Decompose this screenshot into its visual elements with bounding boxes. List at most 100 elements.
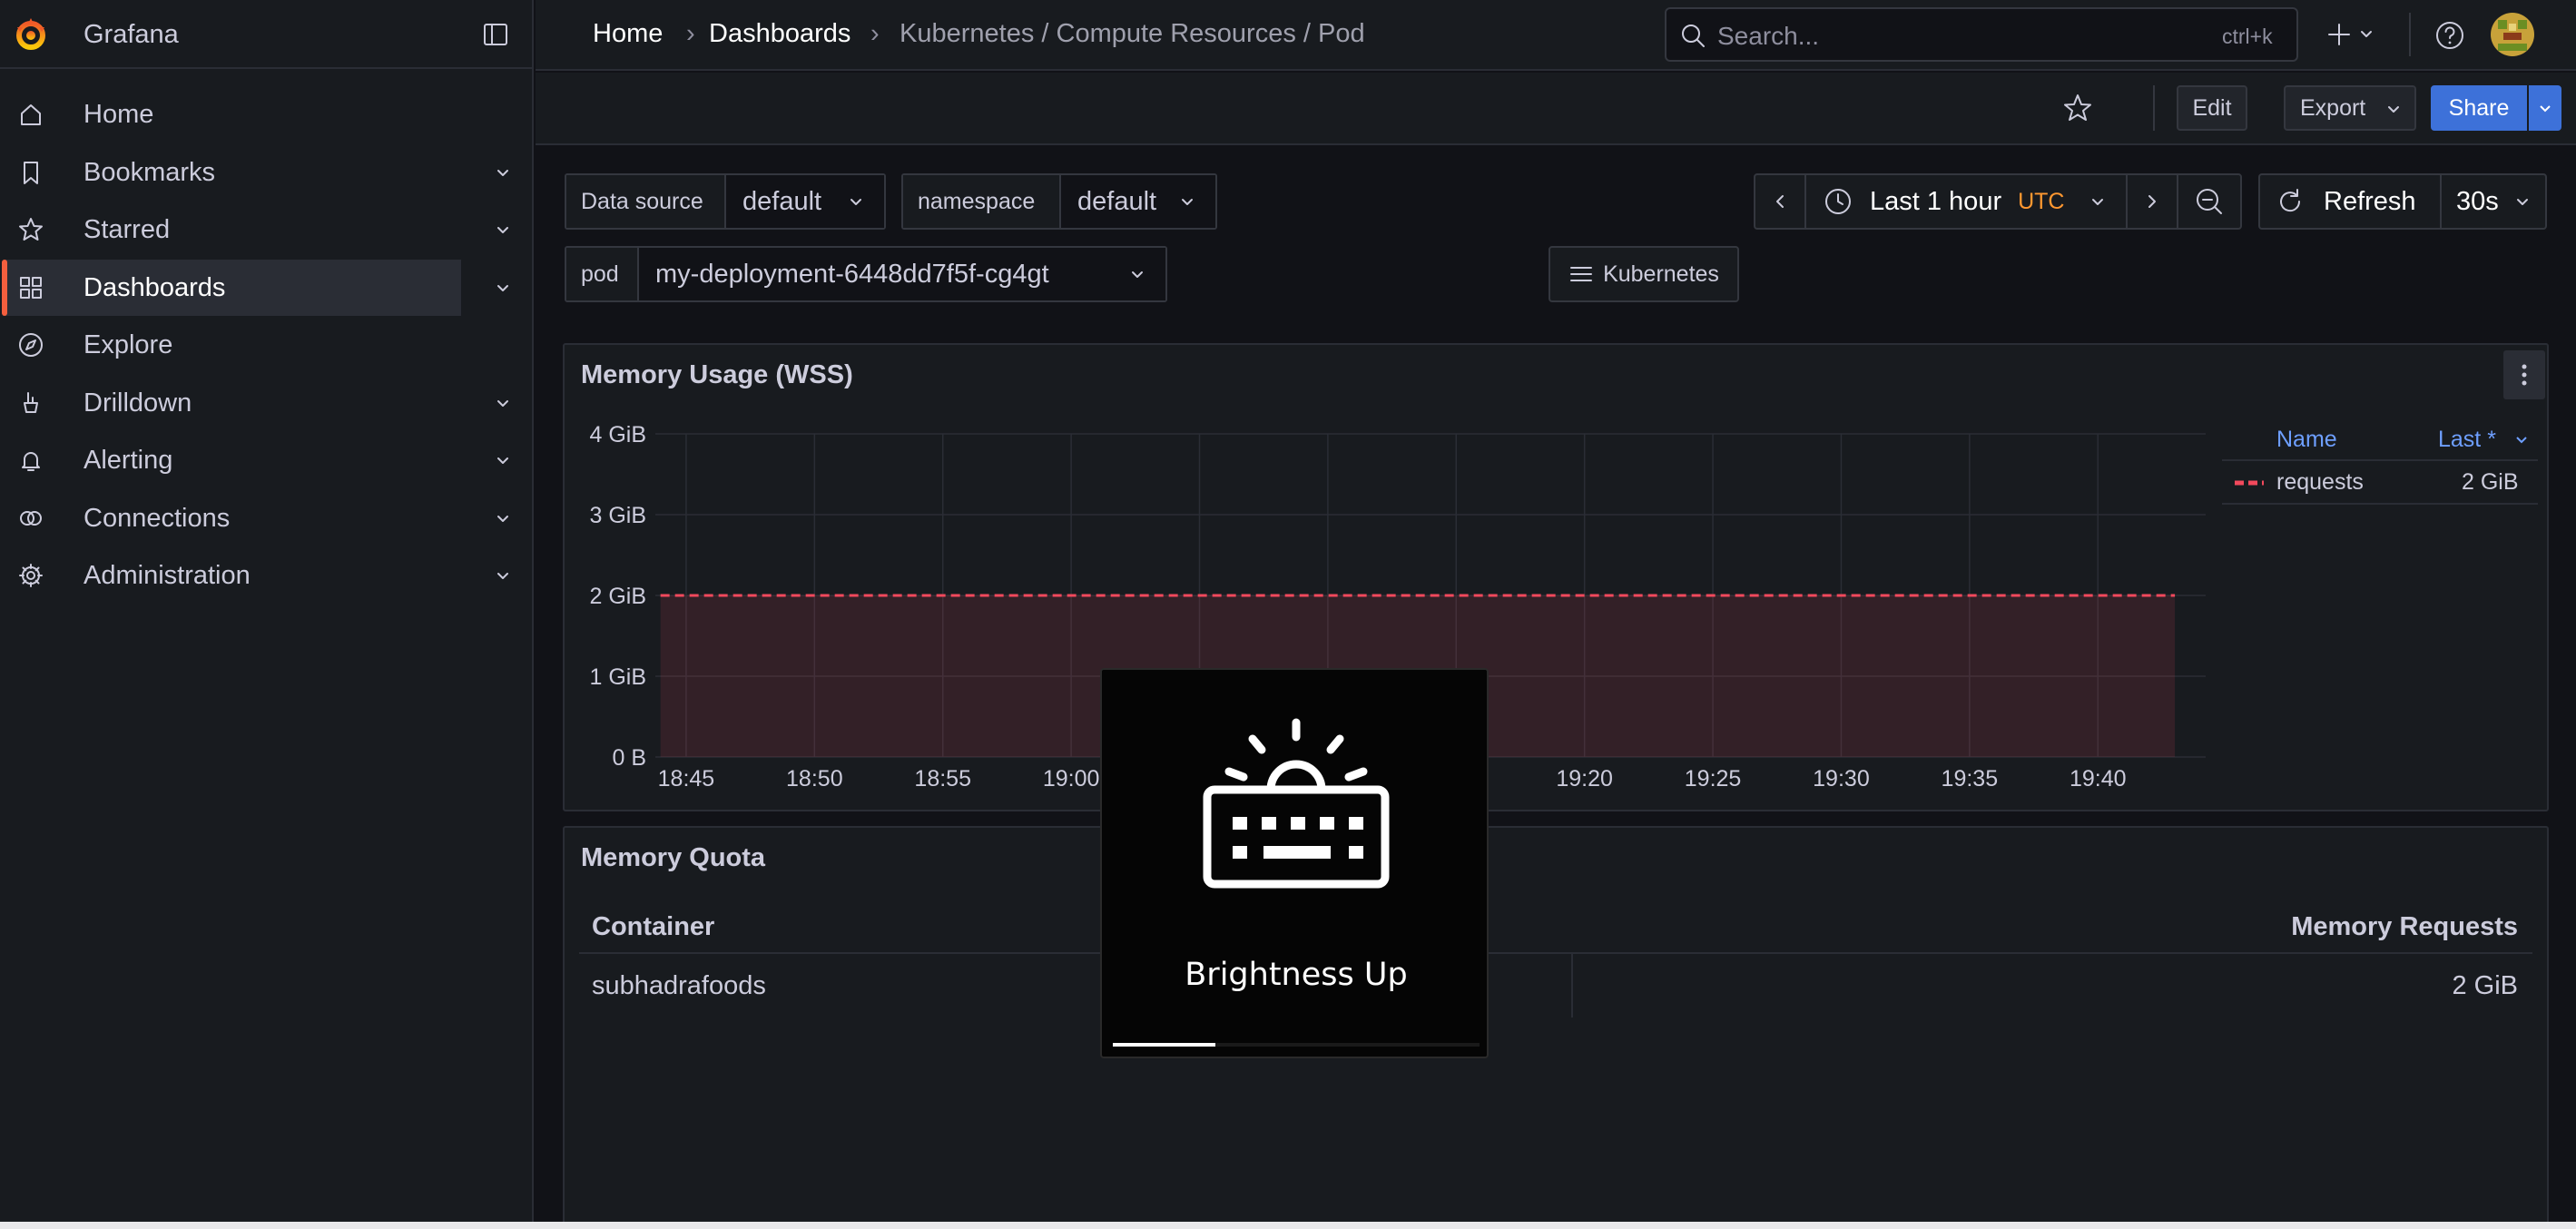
sidebar-item-dashboards[interactable]: Dashboards xyxy=(2,260,508,316)
namespace-value: default xyxy=(1077,186,1157,216)
share-button[interactable]: Share xyxy=(2431,85,2527,131)
clock-icon xyxy=(1825,189,1851,214)
sidebar-item-administration[interactable]: Administration xyxy=(5,547,508,604)
sidebar-item-label: Alerting xyxy=(84,445,173,475)
namespace-label: namespace xyxy=(903,175,1061,228)
legend-header-last[interactable]: Last * xyxy=(2438,427,2496,453)
y-tick-label: 0 B xyxy=(612,745,646,771)
sidebar-item-alerting[interactable]: Alerting xyxy=(5,432,508,488)
sidebar-item-starred[interactable]: Starred xyxy=(5,202,508,258)
panel-menu-button[interactable] xyxy=(2503,350,2545,399)
x-tick-label: 19:20 xyxy=(1556,766,1613,791)
time-back-button[interactable] xyxy=(1754,173,1806,230)
avatar[interactable] xyxy=(2491,13,2534,56)
sidebar-item-label: Connections xyxy=(84,503,231,533)
refresh-interval-value: 30s xyxy=(2456,186,2499,216)
time-range-label: Last 1 hour xyxy=(1870,186,2002,216)
chevron-down-icon[interactable] xyxy=(494,163,512,182)
sidebar-item-label: Starred xyxy=(84,214,171,244)
chevron-down-icon xyxy=(2517,199,2528,205)
table-header-memory-requests[interactable]: Memory Requests xyxy=(2291,912,2518,942)
chevron-right-icon xyxy=(2148,195,2156,208)
table-header-container[interactable]: Container xyxy=(592,912,714,942)
table-cell-memory-requests: 2 GiB xyxy=(2452,971,2518,1000)
sidebar: Grafana Home Bookmarks Starred Dashboards Ex… xyxy=(0,0,534,1229)
x-tick-label: 19:00 xyxy=(1043,766,1100,791)
new-button[interactable] xyxy=(2324,16,2378,53)
legend-header-name[interactable]: Name xyxy=(2276,427,2337,453)
gear-icon xyxy=(19,564,43,587)
namespace-select[interactable]: default xyxy=(1061,175,1215,228)
help-icon[interactable] xyxy=(2434,20,2465,51)
refresh-label: Refresh xyxy=(2324,186,2416,216)
refresh-button[interactable]: Refresh xyxy=(2258,173,2442,230)
grafana-logo-icon[interactable] xyxy=(13,16,49,53)
kubernetes-link-button[interactable]: Kubernetes xyxy=(1549,246,1739,302)
x-tick-label: 19:40 xyxy=(2070,766,2127,791)
zoom-out-button[interactable] xyxy=(2177,173,2242,230)
chevron-down-icon[interactable] xyxy=(494,279,512,297)
search-input[interactable]: Search... ctrl+k xyxy=(1665,7,2298,62)
legend-divider xyxy=(2222,503,2538,505)
datasource-value: default xyxy=(742,186,822,216)
legend-series-swatch xyxy=(2235,480,2264,486)
time-forward-button[interactable] xyxy=(2126,173,2178,230)
dock-menu-icon[interactable] xyxy=(481,20,510,49)
legend-series-name[interactable]: requests xyxy=(2276,469,2364,496)
sidebar-item-bookmarks[interactable]: Bookmarks xyxy=(5,144,508,201)
table-cell-container: subhadrafoods xyxy=(592,971,766,1000)
star-icon xyxy=(19,218,43,241)
sidebar-item-label: Home xyxy=(84,99,154,129)
share-dropdown-button[interactable] xyxy=(2529,85,2561,131)
y-tick-label: 2 GiB xyxy=(589,584,646,609)
table-row: subhadrafoods 2 GiB xyxy=(579,954,2532,1018)
compass-icon xyxy=(19,333,43,357)
divider xyxy=(2409,13,2411,56)
sidebar-item-label: Bookmarks xyxy=(84,157,216,187)
app-name: Grafana xyxy=(84,20,179,49)
sidebar-item-drilldown[interactable]: Drilldown xyxy=(5,375,508,431)
breadcrumb-dashboards[interactable]: Dashboards xyxy=(709,19,850,49)
datasource-select[interactable]: default xyxy=(726,175,884,228)
pod-select[interactable]: my-deployment-6448dd7f5f-cg4gt xyxy=(639,248,1165,300)
refresh-interval-picker[interactable]: 30s xyxy=(2440,173,2547,230)
memory-usage-panel: Memory Usage (WSS) Name Last * requests … xyxy=(563,343,2549,811)
chevron-down-icon[interactable] xyxy=(494,451,512,469)
breadcrumb-separator: › xyxy=(870,19,880,48)
sidebar-item-connections[interactable]: Connections xyxy=(5,490,508,546)
menu-icon xyxy=(1570,267,1593,281)
keyboard-brightness-icon xyxy=(1196,717,1396,890)
y-tick-label: 4 GiB xyxy=(589,422,646,447)
x-tick-label: 19:35 xyxy=(1942,766,1999,791)
search-placeholder: Search... xyxy=(1717,22,1820,50)
pod-value: my-deployment-6448dd7f5f-cg4gt xyxy=(655,259,1049,289)
sort-chevron-icon xyxy=(2516,437,2527,444)
memory-quota-panel: Memory Quota Container Memory Requests s… xyxy=(563,826,2549,1229)
export-label: Export xyxy=(2300,94,2366,121)
chevron-down-icon xyxy=(850,199,861,205)
star-icon[interactable] xyxy=(2062,93,2093,123)
chevron-down-icon[interactable] xyxy=(494,509,512,527)
breadcrumb-home[interactable]: Home xyxy=(593,19,663,49)
column-divider xyxy=(1571,954,1573,1018)
x-tick-label: 19:30 xyxy=(1813,766,1870,791)
edit-button[interactable]: Edit xyxy=(2177,85,2247,131)
datasource-variable[interactable]: Data source default xyxy=(565,173,886,230)
pod-variable[interactable]: pod my-deployment-6448dd7f5f-cg4gt xyxy=(565,246,1167,302)
osd-level-fill xyxy=(1113,1043,1216,1047)
sidebar-item-explore[interactable]: Explore xyxy=(5,317,461,373)
namespace-variable[interactable]: namespace default xyxy=(901,173,1217,230)
timezone-label: UTC xyxy=(2018,188,2065,214)
chevron-down-icon xyxy=(1182,199,1193,205)
breadcrumb-current: Kubernetes / Compute Resources / Pod xyxy=(900,19,1365,48)
chevron-down-icon[interactable] xyxy=(494,566,512,585)
chevron-down-icon xyxy=(1132,271,1143,278)
y-tick-label: 1 GiB xyxy=(589,664,646,690)
more-vertical-icon xyxy=(2522,364,2527,386)
sidebar-item-home[interactable]: Home xyxy=(5,86,461,143)
chevron-down-icon[interactable] xyxy=(494,221,512,239)
breadcrumb-separator: › xyxy=(686,19,695,48)
export-button[interactable]: Export xyxy=(2284,85,2416,131)
chevron-down-icon[interactable] xyxy=(494,394,512,412)
time-picker[interactable]: Last 1 hour UTC xyxy=(1804,173,2128,230)
